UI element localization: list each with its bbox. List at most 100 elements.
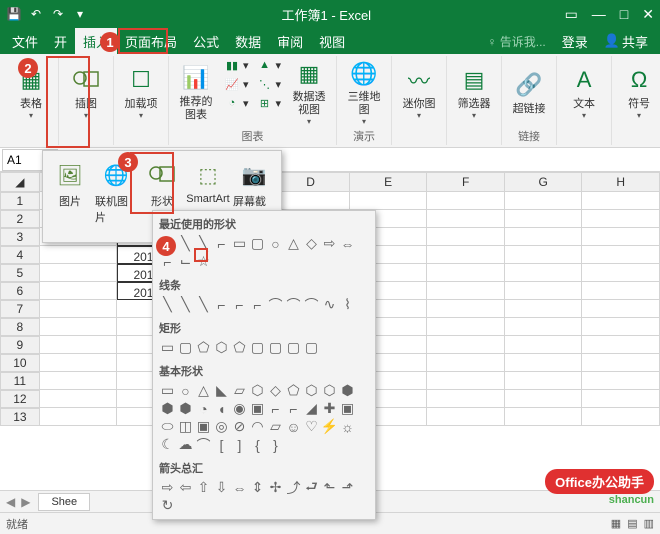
cell[interactable] <box>582 264 660 282</box>
blockarc-icon[interactable]: ◠ <box>249 418 266 435</box>
cell[interactable] <box>427 246 505 264</box>
cell[interactable] <box>582 192 660 210</box>
arrow-ud-icon[interactable]: ⇕ <box>249 479 266 496</box>
arrow-bentup-icon[interactable]: ⬏ <box>339 479 356 496</box>
cell[interactable] <box>350 192 428 210</box>
tell-me[interactable]: ♀ 告诉我... <box>479 29 553 54</box>
illustrations-button[interactable]: 插图▾ <box>63 56 109 128</box>
cube-icon[interactable]: ◫ <box>177 418 194 435</box>
tab-formula[interactable]: 公式 <box>185 28 227 55</box>
shape-rbrace-icon[interactable]: ⌙ <box>177 253 194 270</box>
cell[interactable] <box>427 264 505 282</box>
arrow-curved-icon[interactable]: ↻ <box>159 497 176 514</box>
qat-more-icon[interactable]: ▾ <box>72 6 88 22</box>
cell[interactable] <box>40 318 118 336</box>
textbox-icon[interactable]: ▭ <box>159 382 176 399</box>
tab-home[interactable]: 开 <box>46 28 75 55</box>
plus-icon[interactable]: ✚ <box>321 400 338 417</box>
moon-icon[interactable]: ☾ <box>159 436 176 453</box>
scribble-icon[interactable]: ⌇ <box>339 296 356 313</box>
arrow-bent-icon[interactable]: ⤴ <box>285 479 302 496</box>
arrow-lu-icon[interactable]: ⬑ <box>321 479 338 496</box>
tab-layout[interactable]: 页面布局 <box>117 28 185 55</box>
shape-connector-icon[interactable]: ⌐ <box>213 235 230 252</box>
cell[interactable] <box>505 210 583 228</box>
text-button[interactable]: A文本▾ <box>561 56 607 128</box>
shape-line-icon[interactable]: ╲ <box>177 235 194 252</box>
elbow-double-icon[interactable]: ⌐ <box>249 296 266 313</box>
shape-diamond-icon[interactable]: ◇ <box>303 235 320 252</box>
save-icon[interactable]: 💾 <box>6 6 22 22</box>
rect-round1-icon[interactable]: ▢ <box>249 339 266 356</box>
row-head[interactable]: 7 <box>0 300 40 318</box>
cell[interactable] <box>582 210 660 228</box>
halfframe-icon[interactable]: ⌐ <box>267 400 284 417</box>
cell[interactable] <box>582 282 660 300</box>
cell[interactable] <box>505 246 583 264</box>
tab-data[interactable]: 数据 <box>227 28 269 55</box>
arrow-d-icon[interactable]: ⇩ <box>213 479 230 496</box>
chart-area-icon[interactable]: ▲▾ <box>254 56 285 74</box>
chart-scatter-icon[interactable]: ⋱▾ <box>254 75 285 93</box>
row-head[interactable]: 6 <box>0 282 40 300</box>
shape-line-arrow-icon[interactable]: ╲ <box>195 235 212 252</box>
view-pagebreak-icon[interactable]: ▥ <box>644 517 654 530</box>
bevel-icon[interactable]: ▣ <box>195 418 212 435</box>
row-head[interactable]: 3 <box>0 228 40 246</box>
row-head[interactable]: 8 <box>0 318 40 336</box>
row-head[interactable]: 12 <box>0 390 40 408</box>
rect-snipround-icon[interactable]: ▢ <box>303 339 320 356</box>
row-head[interactable]: 2 <box>0 210 40 228</box>
noSymbol-icon[interactable]: ⊘ <box>231 418 248 435</box>
parallel-icon[interactable]: ▱ <box>231 382 248 399</box>
bracket-r-icon[interactable]: ] <box>231 436 248 453</box>
curve-icon[interactable]: ⌒ <box>267 296 284 313</box>
col-g[interactable]: G <box>505 172 583 192</box>
close-icon[interactable]: ✕ <box>642 6 654 23</box>
rect-snip1-icon[interactable]: ⬠ <box>195 339 212 356</box>
cell[interactable] <box>427 228 505 246</box>
pentagon-reg-icon[interactable]: ⬠ <box>285 382 302 399</box>
ribbon-options-icon[interactable]: ▭ <box>565 6 578 23</box>
view-normal-icon[interactable]: ▦ <box>611 517 621 530</box>
cell[interactable] <box>40 390 118 408</box>
arrow-r-icon[interactable]: ⇨ <box>159 479 176 496</box>
line-double-icon[interactable]: ╲ <box>195 296 212 313</box>
picture-button[interactable]: 🖼图片 <box>47 155 93 238</box>
cell[interactable] <box>582 372 660 390</box>
cell[interactable] <box>427 192 505 210</box>
chart-bar-icon[interactable]: ▮▮▾ <box>221 56 252 74</box>
cell[interactable] <box>40 282 118 300</box>
redo-icon[interactable]: ↷ <box>50 6 66 22</box>
row-head[interactable]: 13 <box>0 408 40 426</box>
chord-icon[interactable]: ◖ <box>213 400 230 417</box>
cell[interactable] <box>40 336 118 354</box>
view-layout-icon[interactable]: ▤ <box>627 517 637 530</box>
col-d[interactable]: D <box>272 172 350 192</box>
plaque-icon[interactable]: ▣ <box>339 400 356 417</box>
row-head[interactable]: 1 <box>0 192 40 210</box>
col-e[interactable]: E <box>350 172 428 192</box>
cell[interactable] <box>427 354 505 372</box>
cell[interactable] <box>40 300 118 318</box>
cell[interactable] <box>427 336 505 354</box>
elbow-icon[interactable]: ⌐ <box>213 296 230 313</box>
hexagon-icon[interactable]: ⬡ <box>303 382 320 399</box>
minimize-icon[interactable]: — <box>592 6 606 23</box>
cell[interactable] <box>40 372 118 390</box>
row-head[interactable]: 11 <box>0 372 40 390</box>
cell[interactable] <box>427 372 505 390</box>
sparkline-button[interactable]: 〰迷你图▾ <box>396 56 442 128</box>
can-icon[interactable]: ⬭ <box>159 418 176 435</box>
cell[interactable] <box>505 336 583 354</box>
cell[interactable] <box>427 408 505 426</box>
arrow-quad-icon[interactable]: ✢ <box>267 479 284 496</box>
oval-icon[interactable]: ○ <box>177 382 194 399</box>
cell[interactable] <box>505 264 583 282</box>
folded-icon[interactable]: ▱ <box>267 418 284 435</box>
line-icon[interactable]: ╲ <box>159 296 176 313</box>
sheet-tab[interactable]: Shee <box>38 493 90 511</box>
frame-icon[interactable]: ▣ <box>249 400 266 417</box>
cell[interactable] <box>505 408 583 426</box>
cell[interactable] <box>582 336 660 354</box>
